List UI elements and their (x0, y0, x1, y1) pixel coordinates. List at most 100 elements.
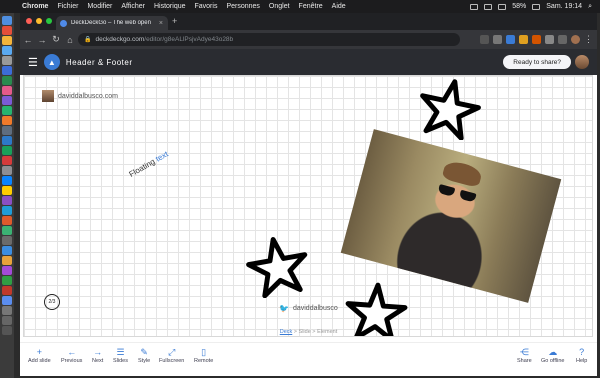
dock-app-icon[interactable] (2, 106, 12, 115)
dock-app-icon[interactable] (2, 226, 12, 235)
slide-social[interactable]: 🐦 daviddalbusco (279, 304, 338, 313)
slide-photo[interactable] (340, 129, 562, 303)
dock-app-icon[interactable] (2, 46, 12, 55)
menubar-clock[interactable]: Sam. 19:14 (546, 3, 582, 10)
dock-app-icon[interactable] (2, 196, 12, 205)
minimize-window-button[interactable] (36, 18, 42, 24)
menu-aide[interactable]: Aide (332, 3, 346, 10)
slide-canvas[interactable]: daviddalbusco.com Floating text 2/3 🐦 da… (23, 75, 593, 337)
dock-app-icon[interactable] (2, 156, 12, 165)
browser-tab-active[interactable]: DeckDeckGo – The web open × (56, 16, 168, 30)
menu-modifier[interactable]: Modifier (87, 3, 112, 10)
dock-app-icon[interactable] (2, 116, 12, 125)
dock-app-icon[interactable] (2, 126, 12, 135)
deckdeckgo-logo[interactable]: ▲ (43, 54, 60, 70)
battery-percent[interactable]: 58% (512, 3, 526, 10)
extension-icon[interactable] (480, 35, 489, 44)
spotlight-icon[interactable]: ⌕ (588, 3, 592, 11)
profile-icon[interactable] (571, 35, 580, 44)
breadcrumb-element[interactable]: Element (317, 329, 337, 335)
dock-app-icon[interactable] (2, 266, 12, 275)
menu-favoris[interactable]: Favoris (195, 3, 218, 10)
menu-fenetre[interactable]: Fenêtre (299, 3, 323, 10)
extension-icon[interactable] (532, 35, 541, 44)
home-button[interactable]: ⌂ (64, 35, 76, 45)
star-shape[interactable] (246, 236, 310, 298)
add-slide-button[interactable]: + Add slide (28, 347, 51, 364)
dock-app-icon[interactable] (2, 76, 12, 85)
breadcrumb-slide[interactable]: Slide (299, 329, 311, 335)
dock-app-icon[interactable] (2, 246, 12, 255)
dock-app-icon[interactable] (2, 26, 12, 35)
forward-button[interactable]: → (36, 35, 48, 45)
address-bar[interactable]: 🔒 deckdeckgo.com /editor/g8eALlPsjvAdye4… (78, 33, 460, 46)
extension-icon[interactable] (506, 35, 515, 44)
breadcrumb-deck[interactable]: Deck (280, 329, 293, 335)
menu-fichier[interactable]: Fichier (57, 3, 78, 10)
menu-icon[interactable]: ☰ (28, 56, 38, 69)
share-button[interactable]: ⋲ Share (517, 347, 532, 364)
menu-personnes[interactable]: Personnes (226, 3, 259, 10)
style-button[interactable]: ✎ Style (138, 347, 150, 364)
dock-app-icon[interactable] (2, 96, 12, 105)
dock-app-icon[interactable] (2, 56, 12, 65)
status-icon[interactable] (470, 3, 479, 10)
fullscreen-button[interactable]: ⤢ Fullscreen (159, 347, 184, 364)
editor-actions-bar: + Add slide ← Previous → Next ☰ Slides ✎… (20, 342, 597, 376)
previous-button[interactable]: ← Previous (61, 347, 82, 364)
dock-app-icon[interactable] (2, 206, 12, 215)
dock-app-icon[interactable] (2, 216, 12, 225)
dock-app-icon[interactable] (2, 286, 12, 295)
slides-button[interactable]: ☰ Slides (113, 347, 128, 364)
battery-icon[interactable] (532, 3, 541, 10)
dock-app-icon[interactable] (2, 136, 12, 145)
extension-icon[interactable] (493, 35, 502, 44)
help-button[interactable]: ? Help (576, 347, 587, 364)
dock-app-icon[interactable] (2, 186, 12, 195)
menu-app-chrome[interactable]: Chrome (22, 3, 48, 10)
dock-app-icon[interactable] (2, 296, 12, 305)
menu-afficher[interactable]: Afficher (121, 3, 145, 10)
extensions-puzzle-icon[interactable] (558, 35, 567, 44)
tab-close-icon[interactable]: × (159, 20, 163, 27)
ready-to-share-button[interactable]: Ready to share? (503, 55, 571, 69)
close-window-button[interactable] (26, 18, 32, 24)
remote-button[interactable]: ▯ Remote (194, 347, 213, 364)
dock-app-icon[interactable] (2, 16, 12, 25)
menu-historique[interactable]: Historique (154, 3, 186, 10)
dock-app-icon[interactable] (2, 256, 12, 265)
status-icon[interactable] (484, 3, 493, 10)
floating-text-accent: text (154, 149, 170, 164)
next-button[interactable]: → Next (92, 347, 103, 364)
menu-onglet[interactable]: Onglet (269, 3, 290, 10)
dock-app-icon[interactable] (2, 36, 12, 45)
help-label: Help (576, 358, 588, 364)
dock-app-icon[interactable] (2, 146, 12, 155)
dock-app-icon[interactable] (2, 276, 12, 285)
reload-button[interactable]: ↻ (50, 34, 62, 45)
arrow-forward-icon: → (93, 347, 103, 357)
dock-app-icon[interactable] (2, 236, 12, 245)
dock-app-icon[interactable] (2, 316, 12, 325)
zoom-window-button[interactable] (46, 18, 52, 24)
go-offline-button[interactable]: ☁ Go offline (541, 347, 564, 364)
dock-app-icon[interactable] (2, 86, 12, 95)
new-tab-button[interactable]: + (172, 16, 177, 26)
user-avatar[interactable] (575, 55, 589, 69)
dock-app-icon[interactable] (2, 326, 12, 335)
dock-app-icon[interactable] (2, 166, 12, 175)
star-shape[interactable] (416, 78, 482, 140)
dock-app-icon[interactable] (2, 66, 12, 75)
slide-author[interactable]: daviddalbusco.com (42, 90, 118, 102)
extension-icon[interactable] (519, 35, 528, 44)
breadcrumb: Deck > Slide > Element (20, 329, 597, 335)
wifi-icon[interactable] (498, 3, 507, 10)
deck-title[interactable]: Header & Footer (66, 58, 133, 67)
extension-icon[interactable] (545, 35, 554, 44)
back-button[interactable]: ← (22, 35, 34, 45)
dock-app-icon[interactable] (2, 306, 12, 315)
chrome-menu-icon[interactable]: ⋮ (584, 34, 593, 45)
dock-app-icon[interactable] (2, 176, 12, 185)
photo-hair (441, 158, 484, 189)
floating-text[interactable]: Floating text (128, 149, 170, 179)
